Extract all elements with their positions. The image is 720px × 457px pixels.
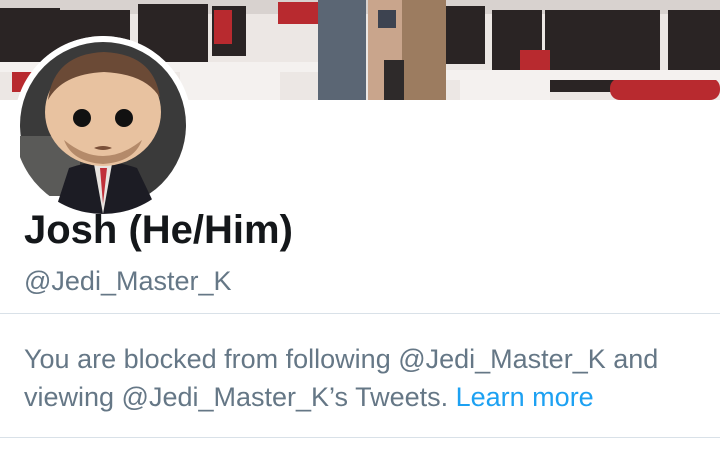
blocked-notice-line-1: You are blocked from following @Jedi_Mas… — [24, 344, 659, 374]
profile-display-name: Josh (He/Him) — [24, 208, 293, 252]
profile-handle: @Jedi_Master_K — [24, 266, 232, 296]
profile-avatar[interactable] — [14, 36, 192, 214]
blocked-notice: You are blocked from following @Jedi_Mas… — [24, 340, 714, 416]
divider — [0, 313, 720, 314]
learn-more-link[interactable]: Learn more — [456, 382, 594, 412]
blocked-notice-text: viewing @Jedi_Master_K’s Tweets. — [24, 382, 449, 412]
blocked-notice-line-2: viewing @Jedi_Master_K’s Tweets. Learn m… — [24, 378, 714, 416]
avatar-image — [14, 36, 192, 214]
divider — [0, 437, 720, 438]
